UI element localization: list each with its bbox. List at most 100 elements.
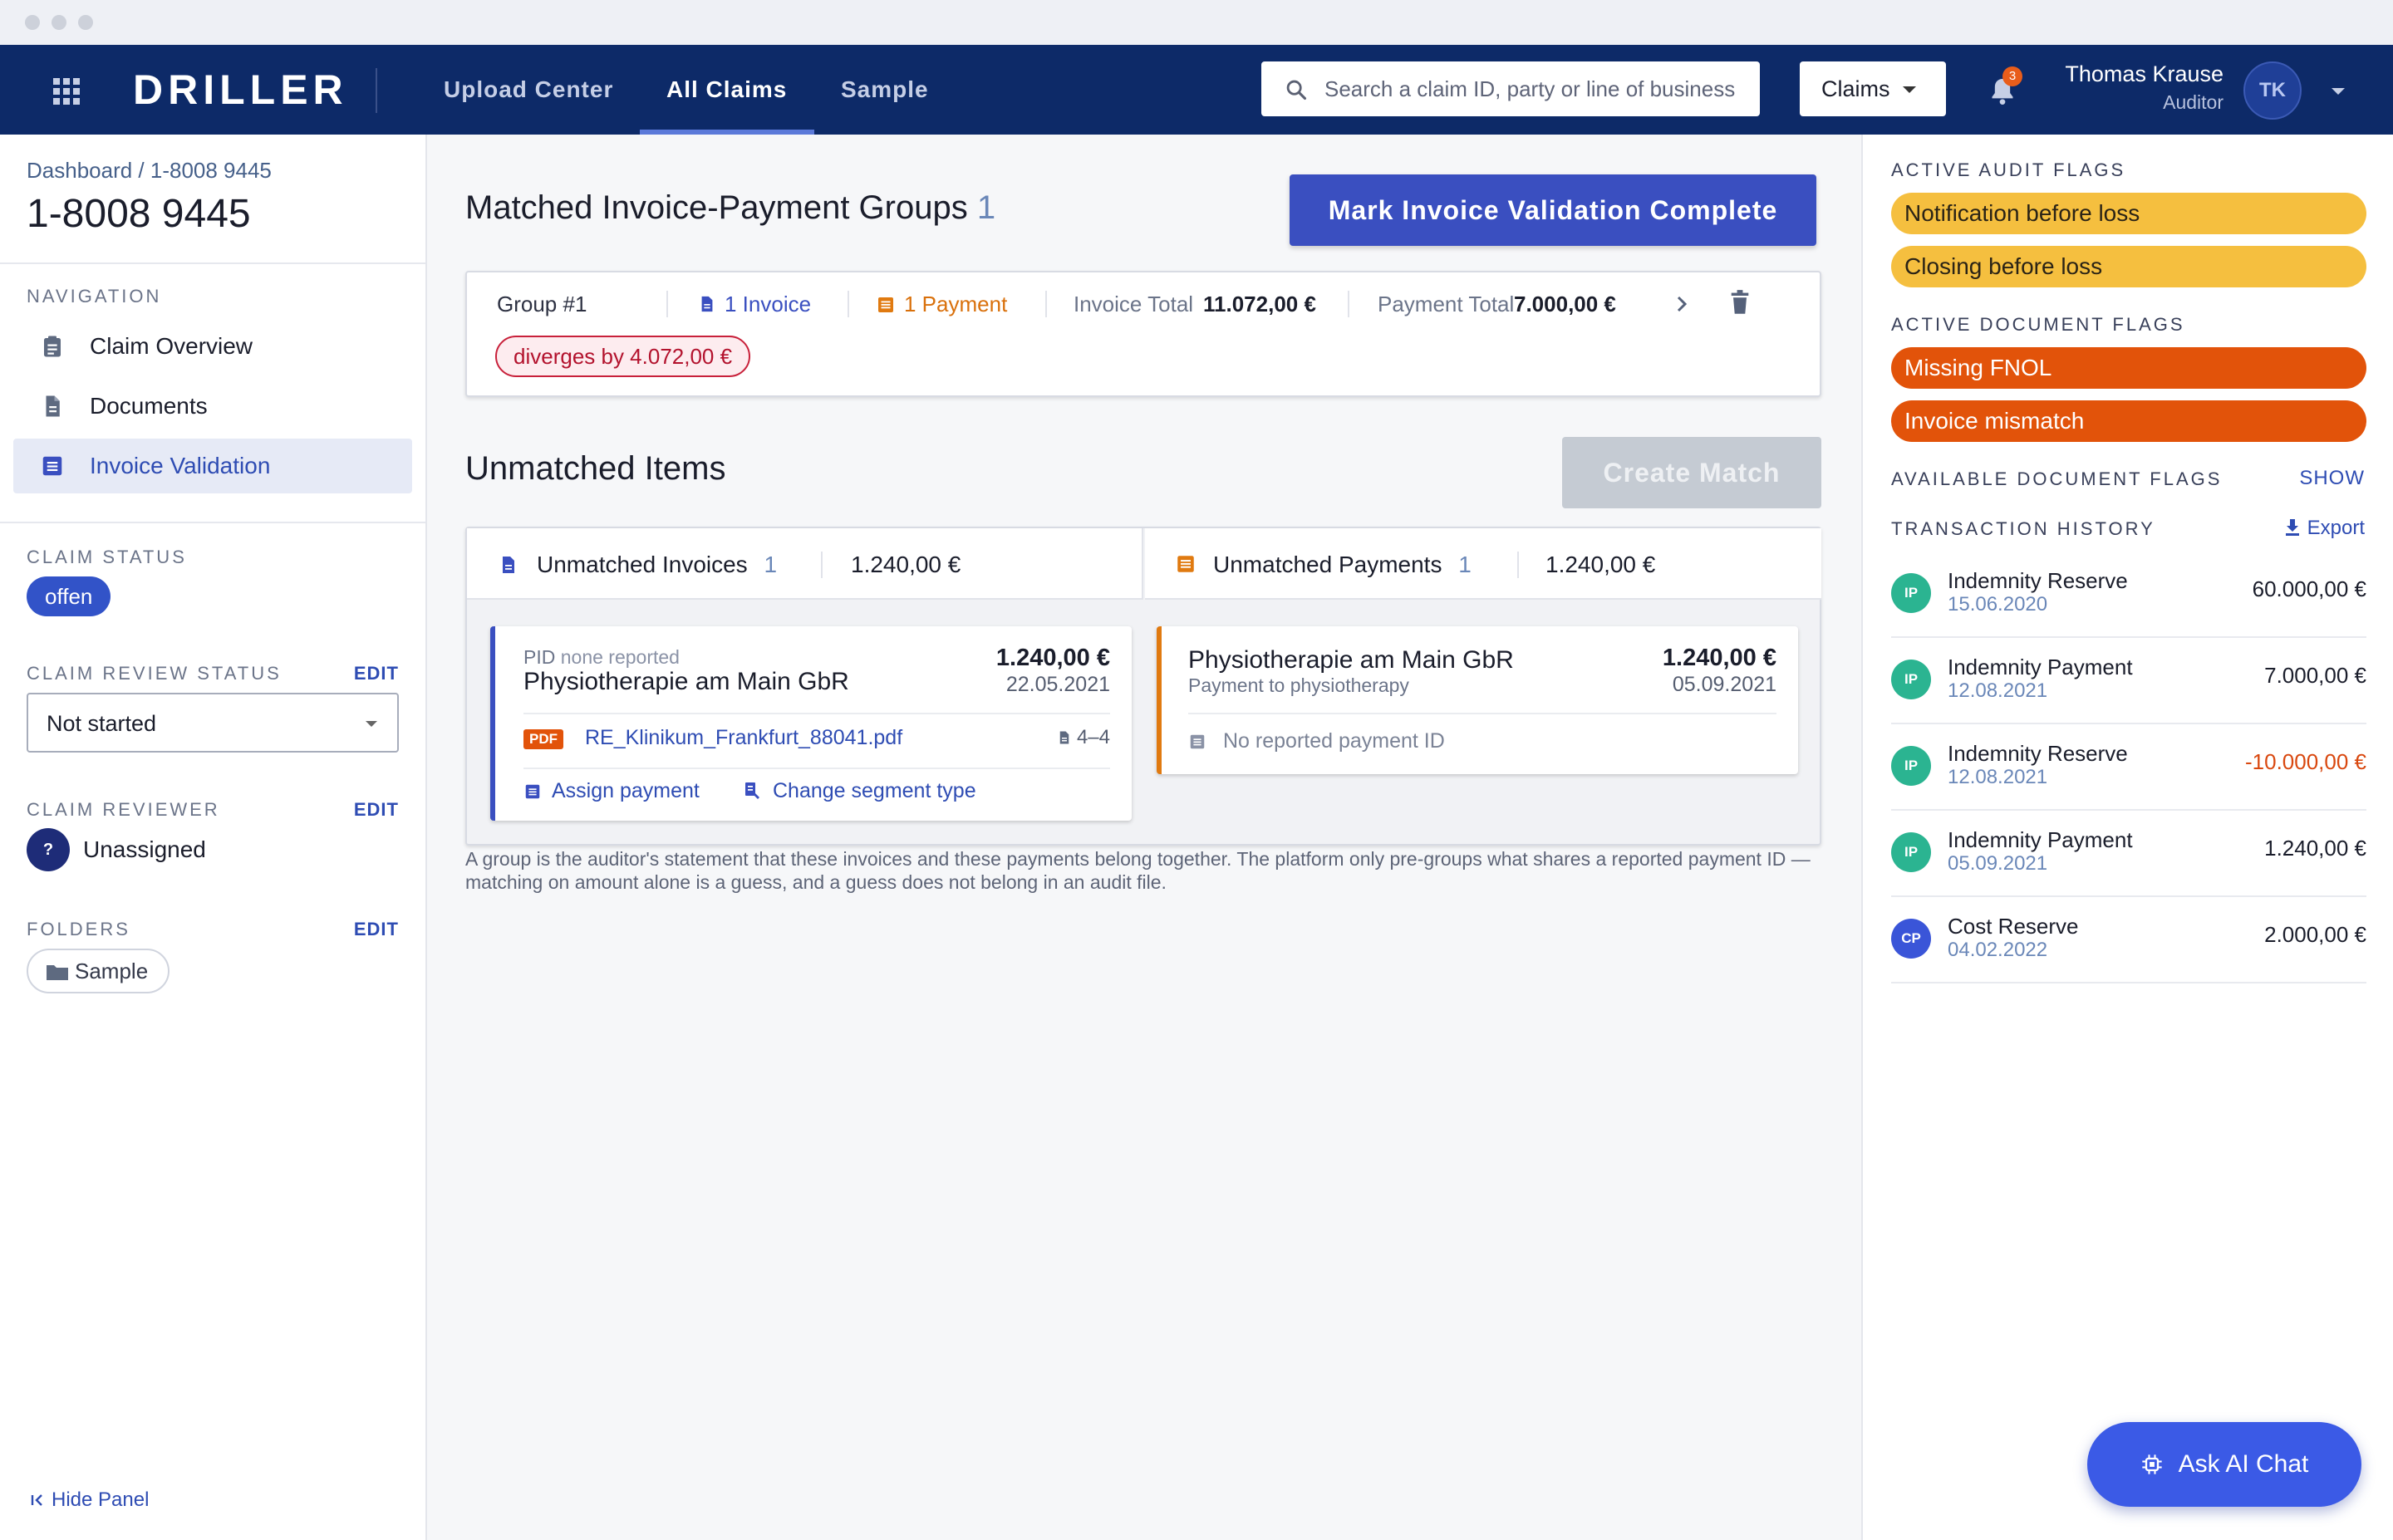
document-flag[interactable]: Missing FNOL (1891, 347, 2366, 389)
groups-heading: Matched Invoice-Payment Groups 1 (465, 189, 995, 227)
change-segment-type-label: Change segment type (773, 779, 976, 802)
mark-validation-complete-button[interactable]: Mark Invoice Validation Complete (1290, 174, 1816, 246)
hide-panel-button[interactable]: Hide Panel (30, 1489, 149, 1512)
divider (848, 291, 849, 317)
payment-total-label: Payment Total (1378, 292, 1515, 316)
pid-line: PID none reported (523, 646, 680, 669)
transaction-type-avatar: CP (1891, 919, 1931, 959)
page-range-value: 4–4 (1076, 726, 1110, 748)
folder-chip[interactable]: Sample (27, 949, 170, 993)
navigation-label: NAVIGATION (27, 286, 162, 307)
review-status-label: CLAIM REVIEW STATUS (27, 663, 282, 684)
unmatched-items-panel: Unmatched Invoices 1 1.240,00 € Unmatche… (465, 527, 1821, 846)
chevron-down-icon (1903, 86, 1916, 93)
claim-status-label: CLAIM STATUS (27, 547, 187, 567)
window-dot (25, 15, 40, 30)
transaction-row[interactable]: IP Indemnity Payment 05.09.2021 1.240,00… (1891, 811, 2366, 897)
divider (0, 262, 425, 264)
sidebar-item-documents[interactable]: Documents (13, 379, 412, 434)
group-invoices-link[interactable]: 1 Invoice (698, 287, 811, 321)
grouping-note: A group is the auditor's statement that … (465, 848, 1811, 893)
audit-flag[interactable]: Notification before loss (1891, 193, 2366, 234)
transaction-amount: 2.000,00 € (2264, 922, 2366, 947)
list-icon (1190, 734, 1205, 749)
transaction-type: Indemnity Payment (1948, 655, 2133, 679)
transaction-type-avatar: IP (1891, 660, 1931, 699)
tab-sample[interactable]: Sample (841, 45, 929, 135)
download-icon (2285, 519, 2299, 536)
export-label: Export (2307, 517, 2365, 539)
transaction-history-label: TRANSACTION HISTORY (1891, 518, 2155, 539)
unmatched-payments-label: Unmatched Payments (1213, 552, 1442, 577)
edit-folders-button[interactable]: EDIT (354, 919, 399, 940)
trash-icon[interactable] (1728, 289, 1752, 316)
transaction-type-avatar: IP (1891, 746, 1931, 786)
apps-grid-icon[interactable] (53, 78, 80, 105)
edit-review-status-button[interactable]: EDIT (354, 663, 399, 684)
divider (376, 68, 377, 113)
chevron-down-icon (366, 721, 377, 727)
payment-id-line: No reported payment ID (1188, 729, 1445, 753)
search-input[interactable] (1324, 61, 1748, 116)
unmatched-invoices-title: Unmatched Invoices 1 (537, 552, 777, 578)
unmatched-payments-title: Unmatched Payments 1 (1213, 552, 1472, 578)
pid-value: none reported (560, 646, 680, 668)
create-match-button[interactable]: Create Match (1562, 437, 1821, 508)
transaction-row[interactable]: IP Indemnity Payment 12.08.2021 7.000,00… (1891, 638, 2366, 724)
top-navigation-bar: DRILLER Upload Center All Claims Sample … (0, 45, 2393, 135)
page-title: 1-8008 9445 (27, 192, 251, 236)
sidebar-item-claim-overview[interactable]: Claim Overview (13, 319, 412, 374)
divider (0, 522, 425, 523)
right-panel: ACTIVE AUDIT FLAGS Notification before l… (1861, 135, 2393, 1540)
show-flags-button[interactable]: SHOW (2299, 467, 2365, 490)
transaction-row[interactable]: IP Indemnity Reserve 12.08.2021 -10.000,… (1891, 724, 2366, 811)
document-flag[interactable]: Invoice mismatch (1891, 400, 2366, 442)
avatar[interactable]: TK (2243, 61, 2302, 120)
hide-panel-label: Hide Panel (52, 1489, 150, 1511)
chevron-right-icon[interactable] (1672, 292, 1692, 316)
transaction-date: 12.08.2021 (1948, 766, 2048, 788)
group-card[interactable]: Group #1 1 Invoice 1 Payment Invoice Tot… (465, 271, 1821, 397)
invoice-amount: 1.240,00 € (995, 645, 1110, 671)
transaction-row[interactable]: IP Indemnity Reserve 15.06.2020 60.000,0… (1891, 552, 2366, 638)
payment-total-value: 7.000,00 € (1514, 292, 1616, 316)
payment-date: 05.09.2021 (1672, 673, 1776, 696)
export-button[interactable]: Export (2284, 517, 2365, 540)
document-icon (46, 395, 60, 417)
unmatched-invoices-total: 1.240,00 € (851, 552, 961, 577)
sidebar-item-label: Claim Overview (90, 333, 253, 359)
invoice-total-label: Invoice Total (1074, 292, 1194, 316)
assign-payment-button[interactable]: Assign payment (523, 779, 700, 803)
edit-reviewer-button[interactable]: EDIT (354, 799, 399, 821)
payment-id-value: No reported payment ID (1223, 729, 1445, 753)
invoice-party: Physiotherapie am Main GbR (523, 668, 849, 695)
sidebar-item-invoice-validation[interactable]: Invoice Validation (13, 439, 412, 493)
breadcrumb[interactable]: Dashboard / 1-8008 9445 (27, 158, 272, 184)
groups-title: Matched Invoice-Payment Groups (465, 189, 968, 226)
divider (666, 291, 668, 317)
transaction-row[interactable]: CP Cost Reserve 04.02.2022 2.000,00 € (1891, 897, 2366, 983)
brand-logo[interactable]: DRILLER (133, 66, 348, 113)
invoice-card[interactable]: PID none reported Physiotherapie am Main… (490, 626, 1132, 821)
document-flags-label: ACTIVE DOCUMENT FLAGS (1891, 314, 2185, 335)
tab-upload-center[interactable]: Upload Center (444, 45, 613, 135)
change-segment-type-button[interactable]: Change segment type (743, 779, 976, 803)
transaction-date: 15.06.2020 (1948, 593, 2048, 616)
invoice-file-link[interactable]: RE_Klinikum_Frankfurt_88041.pdf (585, 726, 902, 750)
unmatched-heading: Unmatched Items (465, 450, 726, 487)
group-payments-link[interactable]: 1 Payment (876, 287, 1007, 321)
payment-card[interactable]: Physiotherapie am Main GbR Payment to ph… (1157, 626, 1798, 774)
ask-ai-chat-button[interactable]: Ask AI Chat (2087, 1422, 2361, 1507)
audit-flag[interactable]: Closing before loss (1891, 246, 2366, 287)
available-flags-label: AVAILABLE DOCUMENT FLAGS (1891, 468, 2223, 489)
scope-select[interactable]: Claims (1800, 61, 1946, 116)
transaction-type: Indemnity Reserve (1948, 568, 2128, 593)
payment-icon (878, 297, 893, 312)
document-icon (1059, 731, 1069, 744)
chevron-down-icon[interactable] (2332, 88, 2345, 95)
divider (1348, 291, 1349, 317)
transaction-date: 04.02.2022 (1948, 939, 2048, 961)
tab-all-claims[interactable]: All Claims (666, 45, 787, 135)
groups-count: 1 (976, 189, 996, 226)
review-status-select[interactable]: Not started (27, 693, 399, 753)
